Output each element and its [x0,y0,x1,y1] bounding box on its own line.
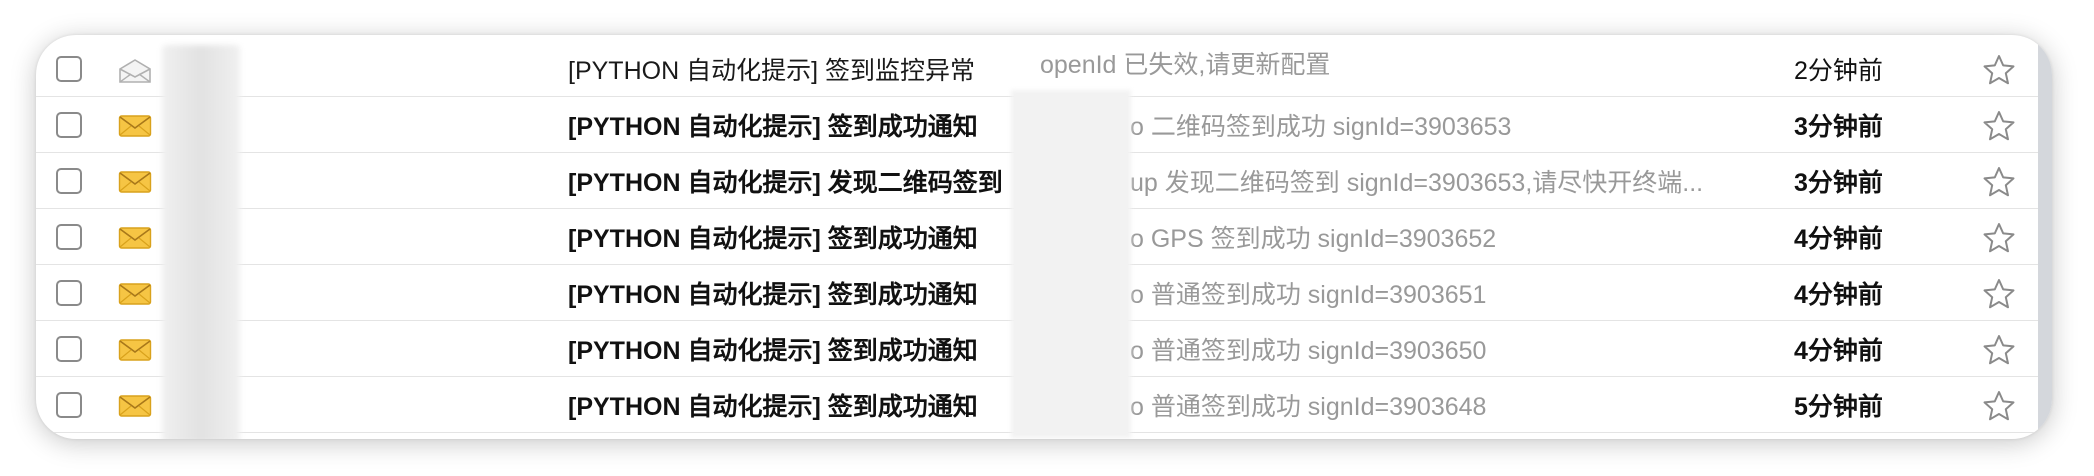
mail-subject[interactable]: [PYTHON 自动化提示] 签到成功通知 [568,209,978,265]
mail-preview: o 普通签到成功 signId=3903650 [1130,337,1487,365]
star-icon[interactable] [1982,221,2016,255]
mail-time: 3分钟前 [1794,113,1883,141]
mail-preview: o 普通签到成功 signId=3903648 [1130,393,1487,421]
mail-subject-text: [PYTHON 自动化提示] 发现二维码签到 [568,169,1003,197]
sender-column-redacted [162,45,240,439]
checkbox-icon[interactable] [56,56,82,82]
star-icon[interactable] [1982,53,2016,87]
mail-subject-text: [PYTHON 自动化提示] 签到监控异常 [568,57,975,85]
mail-subject[interactable]: [PYTHON 自动化提示] 签到成功通知 [568,97,978,153]
mail-preview: openId 已失效,请更新配置 [1040,51,1331,79]
mail-list-window: [PYTHON 自动化提示] 签到监控异常 openId 已失效,请更新配置 2分钟… [36,35,2052,439]
envelope-icon [118,226,152,250]
mail-time: 5分钟前 [1794,393,1883,421]
envelope-open-icon [118,58,152,83]
checkbox-icon[interactable] [56,336,82,362]
envelope-icon [118,170,152,194]
star-icon[interactable] [1982,389,2016,423]
checkbox-icon[interactable] [56,224,82,250]
mail-row[interactable]: [PYTHON 自动化提示] 签到监控异常 openId 已失效,请更新配置 2分钟… [36,35,2038,97]
mail-subject[interactable]: [PYTHON 自动化提示] 签到成功通知 [568,377,978,433]
mail-time: 4分钟前 [1794,281,1883,309]
mail-time: 4分钟前 [1794,337,1883,365]
mail-subject-text: [PYTHON 自动化提示] 签到成功通知 [568,393,978,421]
star-icon[interactable] [1982,333,2016,367]
mail-subject[interactable]: [PYTHON 自动化提示] 签到成功通知 [568,265,978,321]
mail-preview: o GPS 签到成功 signId=3903652 [1130,225,1497,253]
mail-preview: o 普通签到成功 signId=3903651 [1130,281,1487,309]
envelope-icon [118,338,152,362]
mail-time: 3分钟前 [1794,169,1883,197]
mail-time: 4分钟前 [1794,225,1883,253]
mail-subject-text: [PYTHON 自动化提示] 签到成功通知 [568,281,978,309]
mail-preview: up 发现二维码签到 signId=3903653,请尽快开终端... [1130,169,1704,197]
mail-subject[interactable]: [PYTHON 自动化提示] 发现二维码签到 [568,153,1003,209]
mail-subject[interactable]: [PYTHON 自动化提示] 签到成功通知 [568,321,978,377]
star-icon[interactable] [1982,277,2016,311]
envelope-icon [118,394,152,418]
mail-subject-text: [PYTHON 自动化提示] 签到成功通知 [568,225,978,253]
mail-preview: o 二维码签到成功 signId=3903653 [1130,113,1512,141]
mail-time: 2分钟前 [1794,57,1883,85]
star-icon[interactable] [1982,165,2016,199]
star-icon[interactable] [1982,109,2016,143]
checkbox-icon[interactable] [56,112,82,138]
scrollbar[interactable] [2038,35,2052,439]
checkbox-icon[interactable] [56,280,82,306]
envelope-icon [118,114,152,138]
checkbox-icon[interactable] [56,392,82,418]
mail-subject-text: [PYTHON 自动化提示] 签到成功通知 [568,337,978,365]
envelope-icon [118,282,152,306]
mail-subject-text: [PYTHON 自动化提示] 签到成功通知 [568,113,978,141]
preview-redacted-area [1011,90,1131,438]
mail-subject[interactable]: [PYTHON 自动化提示] 签到监控异常 [568,41,975,97]
checkbox-icon[interactable] [56,168,82,194]
